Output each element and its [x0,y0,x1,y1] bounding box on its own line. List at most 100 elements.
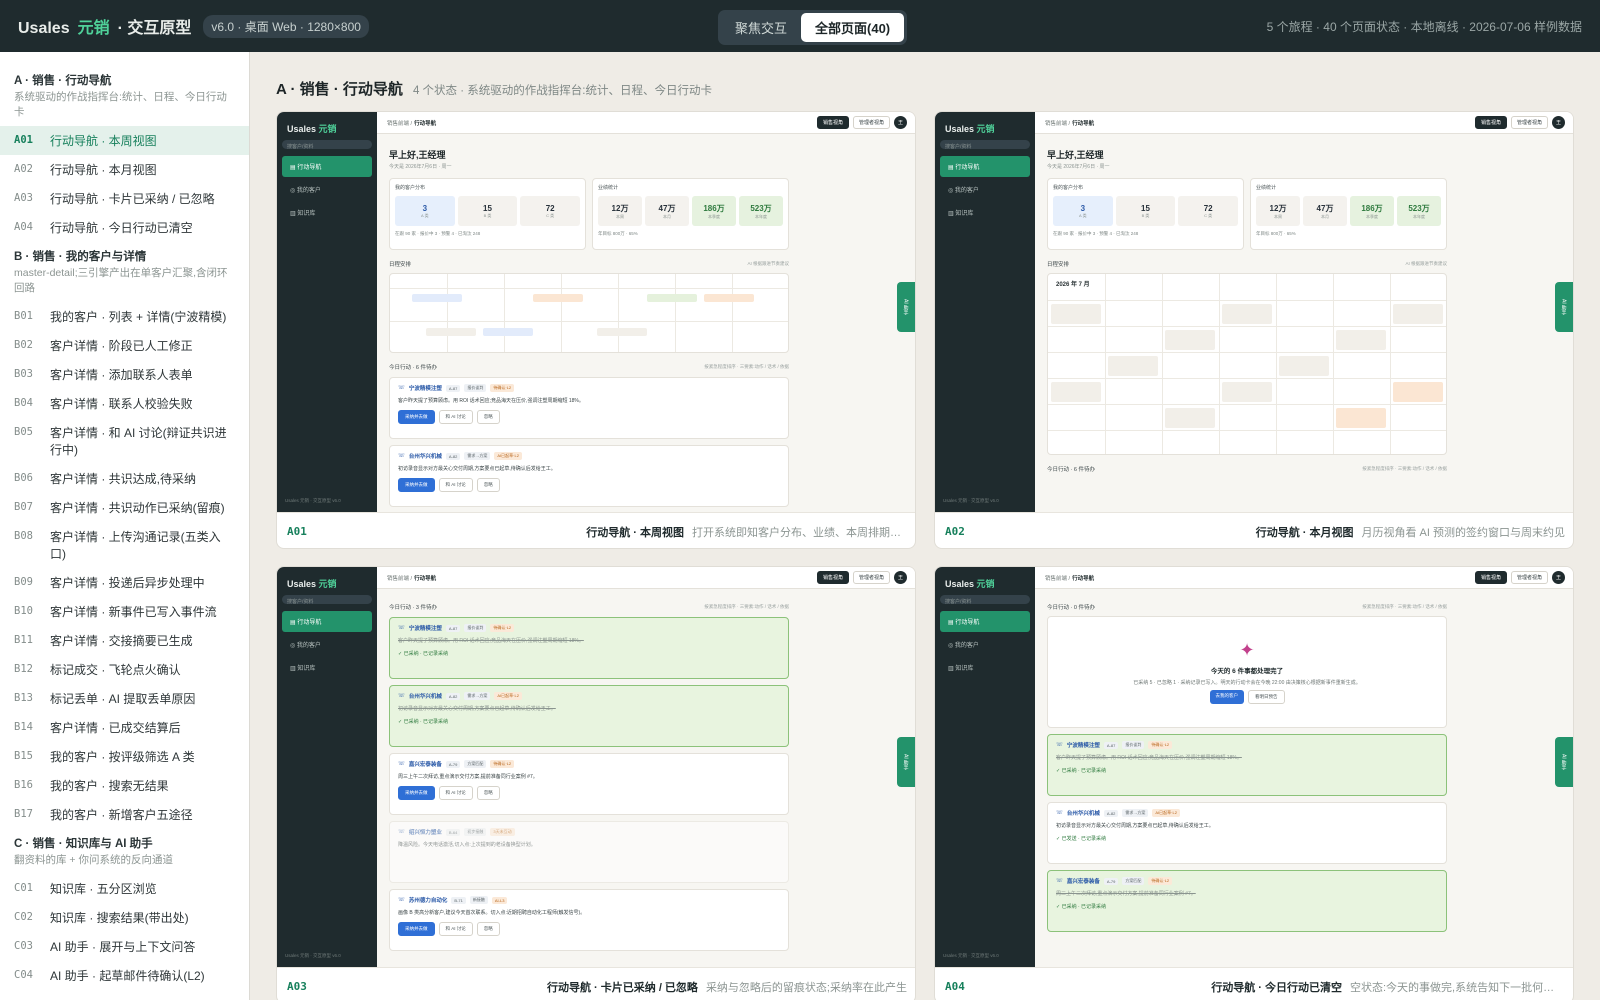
preview-action-company: 台州华兴机械 [408,694,442,700]
nav-item-b16[interactable]: B16 我的客户 · 搜索无结果 [0,771,249,800]
preview-role-manager: 管理者视角 [1510,571,1548,584]
preview-brand-accent: 元销 [318,124,337,134]
screen-preview: Usales 元销 搜客户/资料 ▤ 行动导航 ◎ 我的客户 ▥ 知识库 Usales 元… [277,112,915,512]
preview-action-status: ✓ 已采纳 · 已记录采纳 [398,719,449,725]
preview-action-company: 台州华兴机械 [1066,811,1100,817]
nav-item-b06[interactable]: B06 客户详情 · 共识达成,待采纳 [0,464,249,493]
preview-stat-box: 186万 本季度 [692,196,736,226]
nav-item-a04[interactable]: A04 行动导航 · 今日行动已清空 [0,213,249,242]
preview-section-note: 按紧急程度排序 · 三要素:动作 / 话术 / 依据 [704,604,789,609]
preview-brand: Usales 元销 [287,124,337,134]
preview-sidebar: Usales 元销 搜客户/资料 ▤ 行动导航 ◎ 我的客户 ▥ 知识库 Usales 元… [935,112,1035,512]
preview-stat-row: 12万 本周 47万 本月 186万 本季度 523万 本年度 [598,196,783,226]
preview-action-stage: 新接触 [469,896,488,904]
preview-section-note: 按紧急程度排序 · 三要素:动作 / 话术 / 依据 [704,364,789,369]
preview-search: 搜客户/资料 [940,595,1030,605]
page-card-a01[interactable]: Usales 元销 搜客户/资料 ▤ 行动导航 ◎ 我的客户 ▥ 知识库 Usales 元… [276,111,916,549]
preview-action-level: 3天未互动 [490,828,515,836]
preview-side-item: ▤ 行动导航 [940,611,1030,632]
nav-item-label: 客户详情 · 和 AI 讨论(辩证共识进行中) [50,426,227,457]
nav-item-code: B04 [14,397,33,409]
nav-item-b01[interactable]: B01 我的客户 · 列表 + 详情(宁波精模) [0,302,249,331]
preview-stat-label: A 类 [421,212,429,218]
preview-body: 今日行动 · 0 件待办 按紧急程度排序 · 三要素:动作 / 话术 / 依据 ✦ 今… [1047,593,1447,932]
tab-all-pages[interactable]: 全部页面(40) [801,13,905,42]
preview-section-note: 按紧急程度排序 · 三要素:动作 / 话术 / 依据 [1362,604,1447,609]
dataset-meta: 5 个旅程 · 40 个页面状态 · 本地离线 · 2026-07-06 样例数… [1266,20,1582,34]
nav-item-c04[interactable]: C04 AI 助手 · 起草邮件待确认(L2) [0,961,249,990]
nav-item-b05[interactable]: B05 客户详情 · 和 AI 讨论(辩证共识进行中) [0,418,249,464]
nav-group-title: C · 销售 · 知识库与 AI 助手 [14,838,153,850]
preview-brand: Usales 元销 [945,124,995,134]
page-card-a03[interactable]: Usales 元销 搜客户/资料 ▤ 行动导航 ◎ 我的客户 ▥ 知识库 Usales 元… [276,566,916,1000]
page-card-code: A01 [287,525,307,538]
nav-item-code: B16 [14,779,33,791]
app-brand: Usales 元销 · 交互原型 [18,14,191,38]
preview-action-header: ☏ 嘉兴宏泰装备 A-79 方案匹配 待确认·L2 [398,760,780,768]
nav-item-b03[interactable]: B03 客户详情 · 添加联系人表单 [0,360,249,389]
preview-action-header: ☏ 台州华兴机械 A-82 需求→方案 AI已起草·L2 [398,452,780,460]
preview-action-text: 周三上午二次拜访,重点演示交付方案,提前准备同行业案例 #7。 [1056,891,1196,897]
nav-item-b04[interactable]: B04 客户详情 · 联系人校验失败 [0,389,249,418]
nav-item-c01[interactable]: C01 知识库 · 五分区浏览 [0,874,249,903]
preview-empty-title: 今天的 6 件事都处理完了 [1210,668,1284,675]
page-card-description: 月历视角看 AI 预测的签约窗口与周末约见 [1361,526,1565,539]
preview-action-buttons: 采纳并去做和 AI 讨论 忽略 [398,922,780,936]
nav-item-c02[interactable]: C02 知识库 · 搜索结果(带出处) [0,903,249,932]
preview-action-card: ☏ 台州华兴机械 A-82 需求→方案 AI已起草·L2 初访录音显示对方最关心交付周期,… [389,685,789,747]
nav-item-b07[interactable]: B07 客户详情 · 共识动作已采纳(留痕) [0,493,249,522]
preview-go-customers-button: 去我的客户 [1209,690,1244,704]
nav-item-a02[interactable]: A02 行动导航 · 本月视图 [0,155,249,184]
nav-item-b13[interactable]: B13 标记丢单 · AI 提取丢单原因 [0,684,249,713]
preview-action-stage: 报价谈判 [464,624,487,632]
nav-item-a03[interactable]: A03 行动导航 · 卡片已采纳 / 已忽略 [0,184,249,213]
preview-phone-icon: ☏ [398,829,405,835]
preview-body: 早上好,王经理 今天是 2026年7月6日 · 周一 我的客户分布 3 A 类 15 B 类… [389,142,789,507]
preview-side-item: ▥ 知识库 [290,666,316,672]
preview-phone-icon: ☏ [1056,878,1063,884]
preview-section-title: 今日行动 · 6 件待办 按紧急程度排序 · 三要素:动作 / 话术 / 依据 [1047,466,1447,473]
preview-action-company: 宁波精模注塑 [408,626,442,632]
preview-action-company: 嘉兴宏泰装备 [1066,879,1100,885]
preview-action-company: 嘉兴宏泰装备 [408,762,442,768]
preview-stat-label: A 类 [1079,212,1087,218]
preview-action-stage: 报价谈判 [1122,741,1145,749]
nav-item-code: C04 [14,969,33,981]
preview-stat-label: 本月 [1321,213,1329,219]
page-card-a04[interactable]: Usales 元销 搜客户/资料 ▤ 行动导航 ◎ 我的客户 ▥ 知识库 Usales 元… [934,566,1574,1000]
nav-item-a01[interactable]: A01 行动导航 · 本周视图 [0,126,249,155]
nav-item-b15[interactable]: B15 我的客户 · 按评级筛选 A 类 [0,742,249,771]
preview-action-card: ☏ 嘉兴宏泰装备 A-79 方案匹配 待确认·L2 周三上午二次拜访,重点演示交付方案,提… [389,753,789,815]
preview-action-text: 客户昨天提了预算顾虑。用 ROI 话术回应;竞品海天在压价,强调注塑周期缩短 1… [398,398,584,404]
page-index-sidebar: A · 销售 · 行动导航 系统驱动的作战指挥台:统计、日程、今日行动卡 A01 行动… [0,52,250,1000]
nav-item-label: 行动导航 · 卡片已采纳 / 已忽略 [50,192,215,206]
nav-item-label: 客户详情 · 上传沟通记录(五类入口) [50,530,221,561]
preview-search: 搜客户/资料 [940,140,1030,150]
nav-item-b08[interactable]: B08 客户详情 · 上传沟通记录(五类入口) [0,522,249,568]
nav-item-b09[interactable]: B09 客户详情 · 投递后异步处理中 [0,568,249,597]
nav-item-b10[interactable]: B10 客户详情 · 新事件已写入事件流 [0,597,249,626]
preview-greeting: 早上好,王经理 [389,150,446,160]
preview-stat-note: 在跟 90 家 · 报价中 3 · 预警 4 · 已淘汰 248 [395,231,481,236]
nav-item-label: 知识库 · 五分区浏览 [50,882,157,896]
preview-greeting: 早上好,王经理 [1047,150,1104,160]
preview-action-card: ☏ 宁波精模注塑 A-87 报价谈判 待确认·L2 客户昨天提了预算顾虑。用 ROI 话术… [389,617,789,679]
nav-item-b02[interactable]: B02 客户详情 · 阶段已人工修正 [0,331,249,360]
nav-item-c03[interactable]: C03 AI 助手 · 展开与上下文问答 [0,932,249,961]
nav-item-b14[interactable]: B14 客户详情 · 已成交结算后 [0,713,249,742]
preview-phone-icon: ☏ [398,625,405,631]
nav-item-b11[interactable]: B11 客户详情 · 交接摘要已生成 [0,626,249,655]
preview-action-grade: A-79 [1103,877,1119,885]
page-card-a02[interactable]: Usales 元销 搜客户/资料 ▤ 行动导航 ◎ 我的客户 ▥ 知识库 Usales 元… [934,111,1574,549]
nav-item-label: 客户详情 · 阶段已人工修正 [50,339,193,353]
nav-item-code: B15 [14,750,33,762]
preview-action-header: ☏ 苏州德力自动化 B-71 新接触 AI-L3 [398,896,780,904]
nav-item-b17[interactable]: B17 我的客户 · 新增客户五途径 [0,800,249,829]
nav-item-b12[interactable]: B12 标记成交 · 飞轮点火确认 [0,655,249,684]
preview-action-grade: A-82 [445,452,461,460]
preview-action-text: 降温风险。今天电话激活,切入点:上次提到的老设备换型计划。 [398,842,536,848]
tab-focus-interaction[interactable]: 聚焦交互 [721,13,801,42]
preview-role-switch: 销售视角 管理者视角王 [1474,116,1565,129]
preview-side-footer: Usales 元销 · 交互原型 v6.0 [285,953,341,958]
preview-action-text: 客户昨天提了预算顾虑。用 ROI 话术回应;竞品海天在压价,强调注塑周期缩短 1… [1056,755,1242,761]
